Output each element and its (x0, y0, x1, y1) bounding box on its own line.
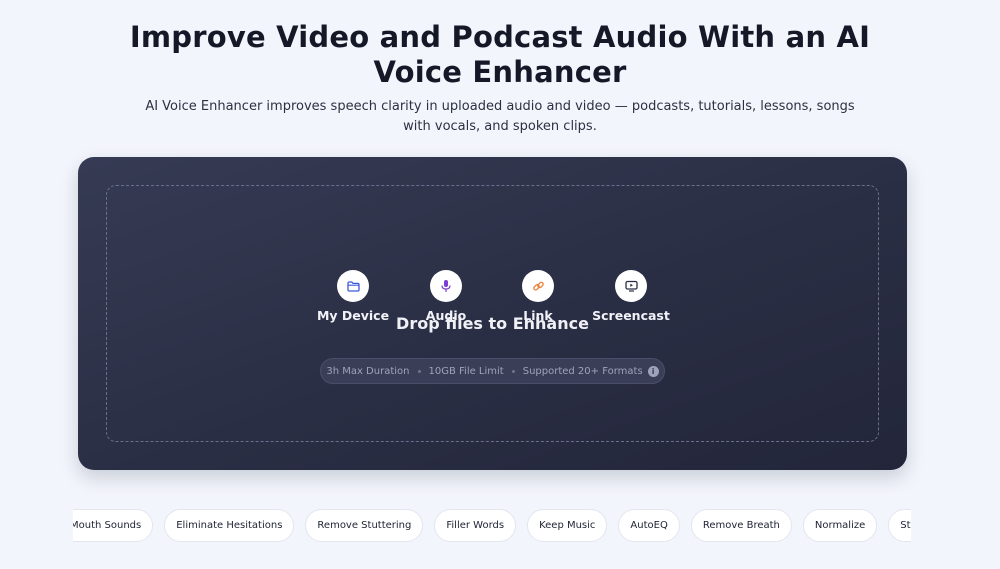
feature-chip[interactable]: Studio Sound (888, 509, 911, 542)
upload-panel: My Device Audio Link Screencast Drop fil… (78, 157, 907, 470)
microphone-icon (430, 270, 462, 302)
feature-chips-carousel: Mouth Sounds Eliminate Hesitations Remove … (73, 509, 911, 543)
page-subtitle: AI Voice Enhancer improves speech clarit… (145, 99, 855, 134)
info-icon[interactable]: i (647, 365, 659, 377)
feature-chip[interactable]: Filler Words (434, 509, 517, 542)
separator-dot (417, 369, 421, 373)
feature-chip[interactable]: AutoEQ (618, 509, 680, 542)
folder-icon (337, 270, 369, 302)
feature-chip[interactable]: Remove Breath (690, 509, 792, 542)
limit-formats: Supported 20+ Formats (522, 365, 643, 377)
feature-chip[interactable]: Remove Stuttering (305, 509, 424, 542)
page-title: Improve Video and Podcast Audio With an … (129, 20, 871, 89)
separator-dot (511, 369, 515, 373)
feature-chip[interactable]: Normalize (802, 509, 878, 542)
drop-instruction: Drop files to Enhance (396, 314, 589, 333)
drop-zone[interactable]: My Device Audio Link Screencast Drop fil… (106, 185, 879, 442)
limit-file-size: 10GB File Limit (428, 365, 504, 377)
link-icon (522, 270, 554, 302)
feature-chip[interactable]: Eliminate Hesitations (164, 509, 295, 542)
feature-chip[interactable]: Keep Music (527, 509, 608, 542)
feature-chip[interactable]: Mouth Sounds (73, 509, 154, 542)
upload-limits-bar: 3h Max Duration 10GB File Limit Supporte… (320, 358, 665, 384)
screen-icon (615, 270, 647, 302)
limit-duration: 3h Max Duration (326, 365, 410, 377)
feature-chips: Mouth Sounds Eliminate Hesitations Remove … (73, 509, 911, 542)
